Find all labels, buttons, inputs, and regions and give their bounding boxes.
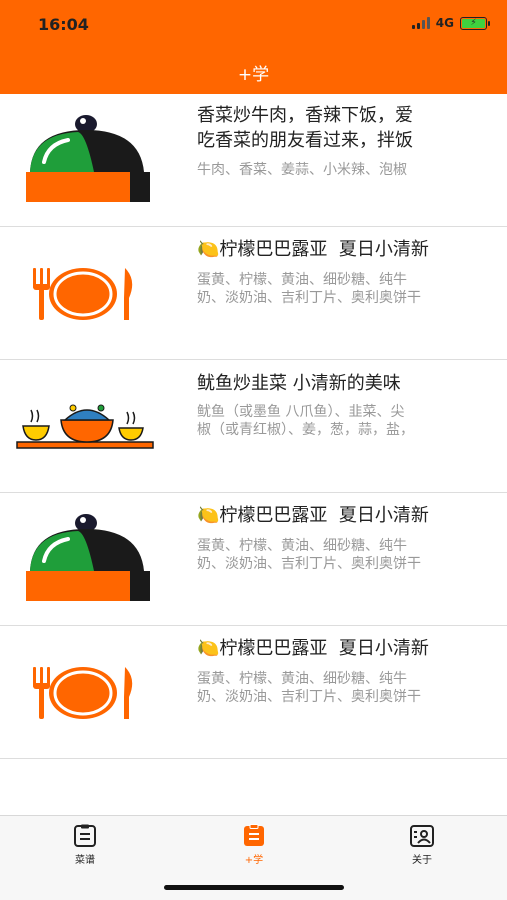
recipe-title: 🍋柠檬巴巴露亚 夏日小清新 [197,239,429,260]
tab-label: 关于 [412,855,432,866]
tab-label: +学 [244,855,264,866]
list-item[interactable]: 🍋柠檬巴巴露亚 夏日小清新 蛋黄、柠檬、黄油、细砂糖、纯牛 奶、淡奶油、吉利丁片… [0,626,507,759]
network-label: 4G [435,16,454,30]
list-item[interactable]: 🍋柠檬巴巴露亚 夏日小清新 蛋黄、柠檬、黄油、细砂糖、纯牛 奶、淡奶油、吉利丁片… [0,493,507,626]
serving-cloche-icon [14,493,156,625]
profile-card-icon [410,825,434,847]
list-item[interactable]: 鱿鱼炒韭菜 小清新的美味 鱿鱼（或墨鱼 八爪鱼）、韭菜、尖 椒（或青红椒）、姜，… [0,360,507,493]
list-item[interactable]: 🍋柠檬巴巴露亚 夏日小清新 蛋黄、柠檬、黄油、细砂糖、纯牛 奶、淡奶油、吉利丁片… [0,227,507,360]
recipe-title: 鱿鱼炒韭菜 小清新的美味 [197,373,401,394]
signal-icon [411,17,430,29]
clipboard-icon [244,824,264,846]
recipe-title: 香菜炒牛肉，香辣下饭，爱 吃香菜的朋友看过来，拌饭 [197,105,413,151]
recipe-ingredients: 蛋黄、柠檬、黄油、细砂糖、纯牛 奶、淡奶油、吉利丁片、奥利奥饼干 [197,538,421,572]
tab-label: 菜谱 [75,855,95,866]
recipe-title: 🍋柠檬巴巴露亚 夏日小清新 [197,505,429,526]
status-indicators: 4G ⚡ [411,16,490,30]
page-title: +学 [237,65,270,85]
recipe-title: 🍋柠檬巴巴露亚 夏日小清新 [197,638,429,659]
battery-charging-icon: ⚡ [460,16,490,30]
list-item[interactable]: 香菜炒牛肉，香辣下饭，爱 吃香菜的朋友看过来，拌饭 牛肉、香菜、姜蒜、小米辣、泡… [0,94,507,227]
plate-fork-knife-icon [14,626,156,758]
tab-bar: 菜谱 +学 关于 [0,815,507,900]
plate-fork-knife-icon [14,227,156,359]
tab-about[interactable]: 关于 [392,824,452,866]
recipe-ingredients: 牛肉、香菜、姜蒜、小米辣、泡椒 [197,162,407,178]
tab-recipes[interactable]: 菜谱 [55,824,115,866]
recipe-ingredients: 蛋黄、柠檬、黄油、细砂糖、纯牛 奶、淡奶油、吉利丁片、奥利奥饼干 [197,272,421,306]
header: 16:04 4G ⚡ +学 [0,0,507,94]
serving-cloche-icon [14,94,156,226]
home-indicator[interactable] [164,885,344,890]
tab-learn[interactable]: +学 [224,824,284,866]
recipe-ingredients: 鱿鱼（或墨鱼 八爪鱼）、韭菜、尖 椒（或青红椒）、姜，葱，蒜，盐， [197,404,414,438]
status-time: 16:04 [38,15,89,34]
food-bowls-icon [14,360,156,492]
recipe-list: 香菜炒牛肉，香辣下饭，爱 吃香菜的朋友看过来，拌饭 牛肉、香菜、姜蒜、小米辣、泡… [0,94,507,759]
recipe-ingredients: 蛋黄、柠檬、黄油、细砂糖、纯牛 奶、淡奶油、吉利丁片、奥利奥饼干 [197,671,421,705]
recipe-list-icon [74,824,96,847]
